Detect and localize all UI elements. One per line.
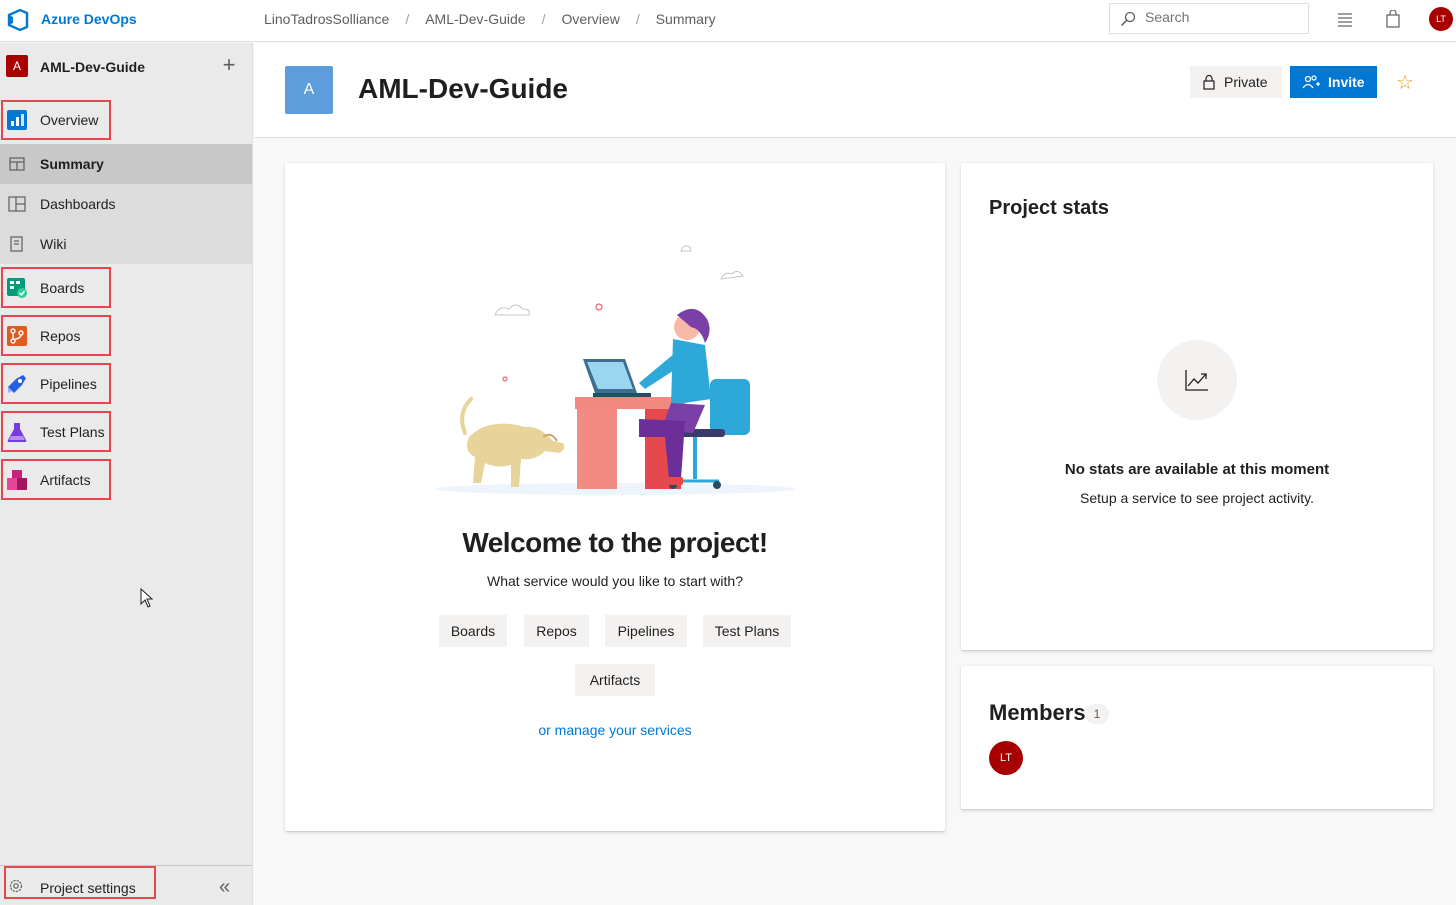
add-people-icon [1302, 75, 1320, 89]
welcome-subtitle: What service would you like to start wit… [487, 573, 743, 589]
project-badge: A [6, 55, 28, 77]
members-count-badge: 1 [1085, 704, 1109, 724]
artifacts-icon [7, 470, 27, 490]
service-test-plans-button[interactable]: Test Plans [703, 615, 791, 647]
breadcrumb-summary[interactable]: Summary [656, 11, 716, 27]
search-input[interactable] [1145, 9, 1295, 25]
service-repos-button[interactable]: Repos [524, 615, 589, 647]
sidebar: A AML-Dev-Guide + Overview Summary Dashb… [0, 43, 253, 905]
no-stats-message: No stats are available at this moment [1064, 461, 1330, 478]
sidebar-item-label: Summary [40, 156, 104, 172]
user-avatar[interactable]: LT [1429, 7, 1453, 31]
breadcrumb: LinoTadrosSolliance / AML-Dev-Guide / Ov… [264, 11, 716, 27]
page-title: AML-Dev-Guide [358, 73, 568, 104]
dashboards-icon [8, 196, 26, 212]
wiki-icon [10, 236, 23, 252]
sidebar-item-repos[interactable]: Repos [0, 316, 252, 356]
invite-button[interactable]: Invite [1290, 66, 1377, 98]
project-stats-title: Project stats [989, 197, 1110, 219]
summary-icon [9, 157, 25, 171]
project-settings[interactable]: Project settings « [0, 865, 252, 905]
search-icon [1120, 11, 1136, 27]
breadcrumb-separator: / [635, 11, 640, 27]
private-label: Private [1224, 74, 1268, 90]
welcome-illustration [435, 245, 795, 495]
sidebar-item-label: Overview [40, 112, 99, 128]
search-box[interactable] [1109, 3, 1309, 34]
test-plans-icon [7, 423, 27, 442]
private-button[interactable]: Private [1190, 66, 1282, 98]
project-settings-label: Project settings [40, 880, 136, 896]
collapse-sidebar-icon[interactable]: « [219, 876, 230, 899]
sidebar-item-label: Boards [40, 280, 85, 296]
sidebar-item-label: Pipelines [40, 376, 97, 392]
task-list-icon[interactable] [1336, 10, 1354, 28]
boards-icon [7, 278, 27, 298]
shopping-bag-icon[interactable] [1384, 10, 1402, 28]
welcome-title: Welcome to the project! [462, 527, 768, 558]
breadcrumb-organization[interactable]: LinoTadrosSolliance [264, 11, 389, 27]
sidebar-item-artifacts[interactable]: Artifacts [0, 460, 252, 500]
project-stats-card: Project stats No stats are available at … [961, 163, 1433, 650]
sidebar-item-label: Artifacts [40, 472, 91, 488]
brand-name[interactable]: Azure DevOps [41, 11, 137, 27]
sidebar-item-test-plans[interactable]: Test Plans [0, 412, 252, 452]
project-switcher[interactable]: A AML-Dev-Guide + [0, 43, 252, 93]
sidebar-item-dashboards[interactable]: Dashboards [0, 184, 252, 224]
sidebar-item-pipelines[interactable]: Pipelines [0, 364, 252, 404]
member-avatar[interactable]: LT [989, 741, 1023, 775]
service-boards-button[interactable]: Boards [439, 615, 507, 647]
breadcrumb-separator: / [541, 11, 546, 27]
stats-placeholder [1157, 340, 1237, 420]
repos-icon [7, 326, 27, 346]
invite-label: Invite [1328, 74, 1365, 90]
sidebar-item-label: Test Plans [40, 424, 105, 440]
project-name[interactable]: AML-Dev-Guide [40, 59, 145, 75]
overview-icon [7, 110, 27, 130]
members-title: Members [989, 700, 1086, 725]
breadcrumb-project[interactable]: AML-Dev-Guide [425, 11, 525, 27]
sidebar-item-wiki[interactable]: Wiki [0, 224, 252, 264]
sidebar-item-boards[interactable]: Boards [0, 268, 252, 308]
sidebar-item-label: Wiki [40, 236, 67, 252]
manage-services-link[interactable]: or manage your services [285, 722, 945, 738]
trend-chart-icon [1185, 370, 1208, 391]
welcome-card: Welcome to the project! What service wou… [285, 163, 945, 831]
breadcrumb-separator: / [405, 11, 410, 27]
add-new-button[interactable]: + [219, 54, 239, 76]
project-avatar: A [285, 66, 333, 114]
project-header: A AML-Dev-Guide Private Invite ☆ [254, 43, 1456, 138]
top-bar: Azure DevOps LinoTadrosSolliance / AML-D… [0, 0, 1456, 42]
sidebar-item-label: Dashboards [40, 196, 116, 212]
lock-icon [1203, 74, 1215, 90]
service-pipelines-button[interactable]: Pipelines [605, 615, 687, 647]
azure-devops-logo-icon[interactable] [6, 8, 30, 32]
service-artifacts-button[interactable]: Artifacts [575, 664, 655, 696]
gear-icon [9, 879, 23, 893]
members-card: Members 1 LT [961, 666, 1433, 809]
sidebar-item-label: Repos [40, 328, 81, 344]
pipelines-icon [8, 375, 26, 393]
favorite-star-icon[interactable]: ☆ [1396, 70, 1414, 95]
mouse-cursor-icon [140, 588, 154, 608]
sidebar-item-summary[interactable]: Summary [0, 144, 252, 184]
sidebar-item-overview[interactable]: Overview [0, 100, 252, 140]
breadcrumb-overview[interactable]: Overview [561, 11, 619, 27]
setup-service-message: Setup a service to see project activity. [1080, 490, 1314, 506]
